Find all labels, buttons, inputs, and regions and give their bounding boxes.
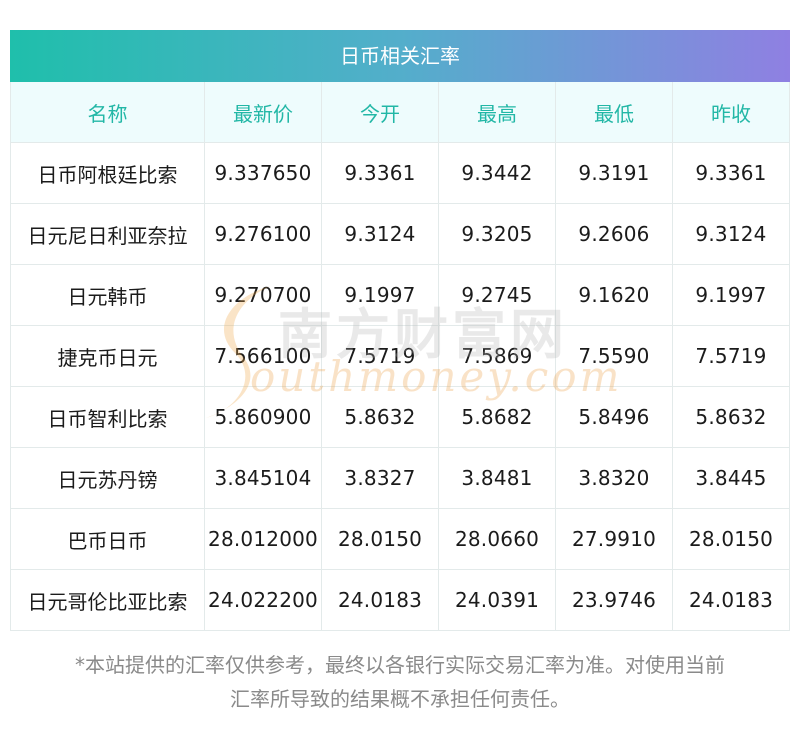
column-header-latest: 最新价 <box>204 82 322 143</box>
prev-close-price: 9.3361 <box>672 142 790 204</box>
table-row: 巴币日币 28.012000 28.0150 28.0660 27.9910 2… <box>10 508 790 570</box>
open-price: 9.3124 <box>321 203 439 265</box>
latest-price: 9.337650 <box>204 142 322 204</box>
low-price: 9.3191 <box>555 142 673 204</box>
low-price: 5.8496 <box>555 386 673 448</box>
column-header-prev-close: 昨收 <box>672 82 790 143</box>
open-price: 3.8327 <box>321 447 439 509</box>
latest-price: 9.270700 <box>204 264 322 326</box>
prev-close-price: 28.0150 <box>672 508 790 570</box>
low-price: 7.5590 <box>555 325 673 387</box>
table-row: 日币智利比索 5.860900 5.8632 5.8682 5.8496 5.8… <box>10 386 790 448</box>
high-price: 3.8481 <box>438 447 556 509</box>
low-price: 9.2606 <box>555 203 673 265</box>
exchange-rate-panel: 日币相关汇率 名称 最新价 今开 最高 最低 昨收 日币阿根廷比索 9.3376… <box>10 30 790 631</box>
table-row: 日元韩币 9.270700 9.1997 9.2745 9.1620 9.199… <box>10 264 790 326</box>
pair-name: 日元尼日利亚奈拉 <box>10 203 205 265</box>
pair-name: 日元苏丹镑 <box>10 447 205 509</box>
low-price: 23.9746 <box>555 569 673 631</box>
disclaimer-line-1: *本站提供的汇率仅供参考，最终以各银行实际交易汇率为准。对使用当前 <box>75 653 725 677</box>
pair-name: 巴币日币 <box>10 508 205 570</box>
panel-title: 日币相关汇率 <box>10 30 790 82</box>
prev-close-price: 3.8445 <box>672 447 790 509</box>
column-header-high: 最高 <box>438 82 556 143</box>
table-row: 日币阿根廷比索 9.337650 9.3361 9.3442 9.3191 9.… <box>10 142 790 204</box>
high-price: 9.2745 <box>438 264 556 326</box>
table-row: 日元尼日利亚奈拉 9.276100 9.3124 9.3205 9.2606 9… <box>10 203 790 265</box>
column-header-name: 名称 <box>10 82 205 143</box>
table-row: 捷克币日元 7.566100 7.5719 7.5869 7.5590 7.57… <box>10 325 790 387</box>
pair-name: 日元韩币 <box>10 264 205 326</box>
low-price: 27.9910 <box>555 508 673 570</box>
prev-close-price: 7.5719 <box>672 325 790 387</box>
open-price: 24.0183 <box>321 569 439 631</box>
latest-price: 7.566100 <box>204 325 322 387</box>
pair-name: 日币阿根廷比索 <box>10 142 205 204</box>
exchange-rate-table: 名称 最新价 今开 最高 最低 昨收 日币阿根廷比索 9.337650 9.33… <box>10 82 790 631</box>
open-price: 9.1997 <box>321 264 439 326</box>
latest-price: 3.845104 <box>204 447 322 509</box>
pair-name: 日元哥伦比亚比索 <box>10 569 205 631</box>
low-price: 3.8320 <box>555 447 673 509</box>
latest-price: 5.860900 <box>204 386 322 448</box>
open-price: 7.5719 <box>321 325 439 387</box>
open-price: 28.0150 <box>321 508 439 570</box>
table-row: 日元苏丹镑 3.845104 3.8327 3.8481 3.8320 3.84… <box>10 447 790 509</box>
open-price: 5.8632 <box>321 386 439 448</box>
open-price: 9.3361 <box>321 142 439 204</box>
table-header-row: 名称 最新价 今开 最高 最低 昨收 <box>10 82 790 143</box>
column-header-low: 最低 <box>555 82 673 143</box>
high-price: 9.3205 <box>438 203 556 265</box>
prev-close-price: 5.8632 <box>672 386 790 448</box>
high-price: 9.3442 <box>438 142 556 204</box>
pair-name: 捷克币日元 <box>10 325 205 387</box>
latest-price: 24.022200 <box>204 569 322 631</box>
latest-price: 9.276100 <box>204 203 322 265</box>
high-price: 24.0391 <box>438 569 556 631</box>
disclaimer-text: *本站提供的汇率仅供参考，最终以各银行实际交易汇率为准。对使用当前 汇率所导致的… <box>0 648 800 716</box>
prev-close-price: 9.1997 <box>672 264 790 326</box>
high-price: 5.8682 <box>438 386 556 448</box>
prev-close-price: 9.3124 <box>672 203 790 265</box>
high-price: 28.0660 <box>438 508 556 570</box>
prev-close-price: 24.0183 <box>672 569 790 631</box>
disclaimer-line-2: 汇率所导致的结果概不承担任何责任。 <box>230 687 570 711</box>
latest-price: 28.012000 <box>204 508 322 570</box>
low-price: 9.1620 <box>555 264 673 326</box>
high-price: 7.5869 <box>438 325 556 387</box>
column-header-open: 今开 <box>321 82 439 143</box>
table-row: 日元哥伦比亚比索 24.022200 24.0183 24.0391 23.97… <box>10 569 790 631</box>
pair-name: 日币智利比索 <box>10 386 205 448</box>
